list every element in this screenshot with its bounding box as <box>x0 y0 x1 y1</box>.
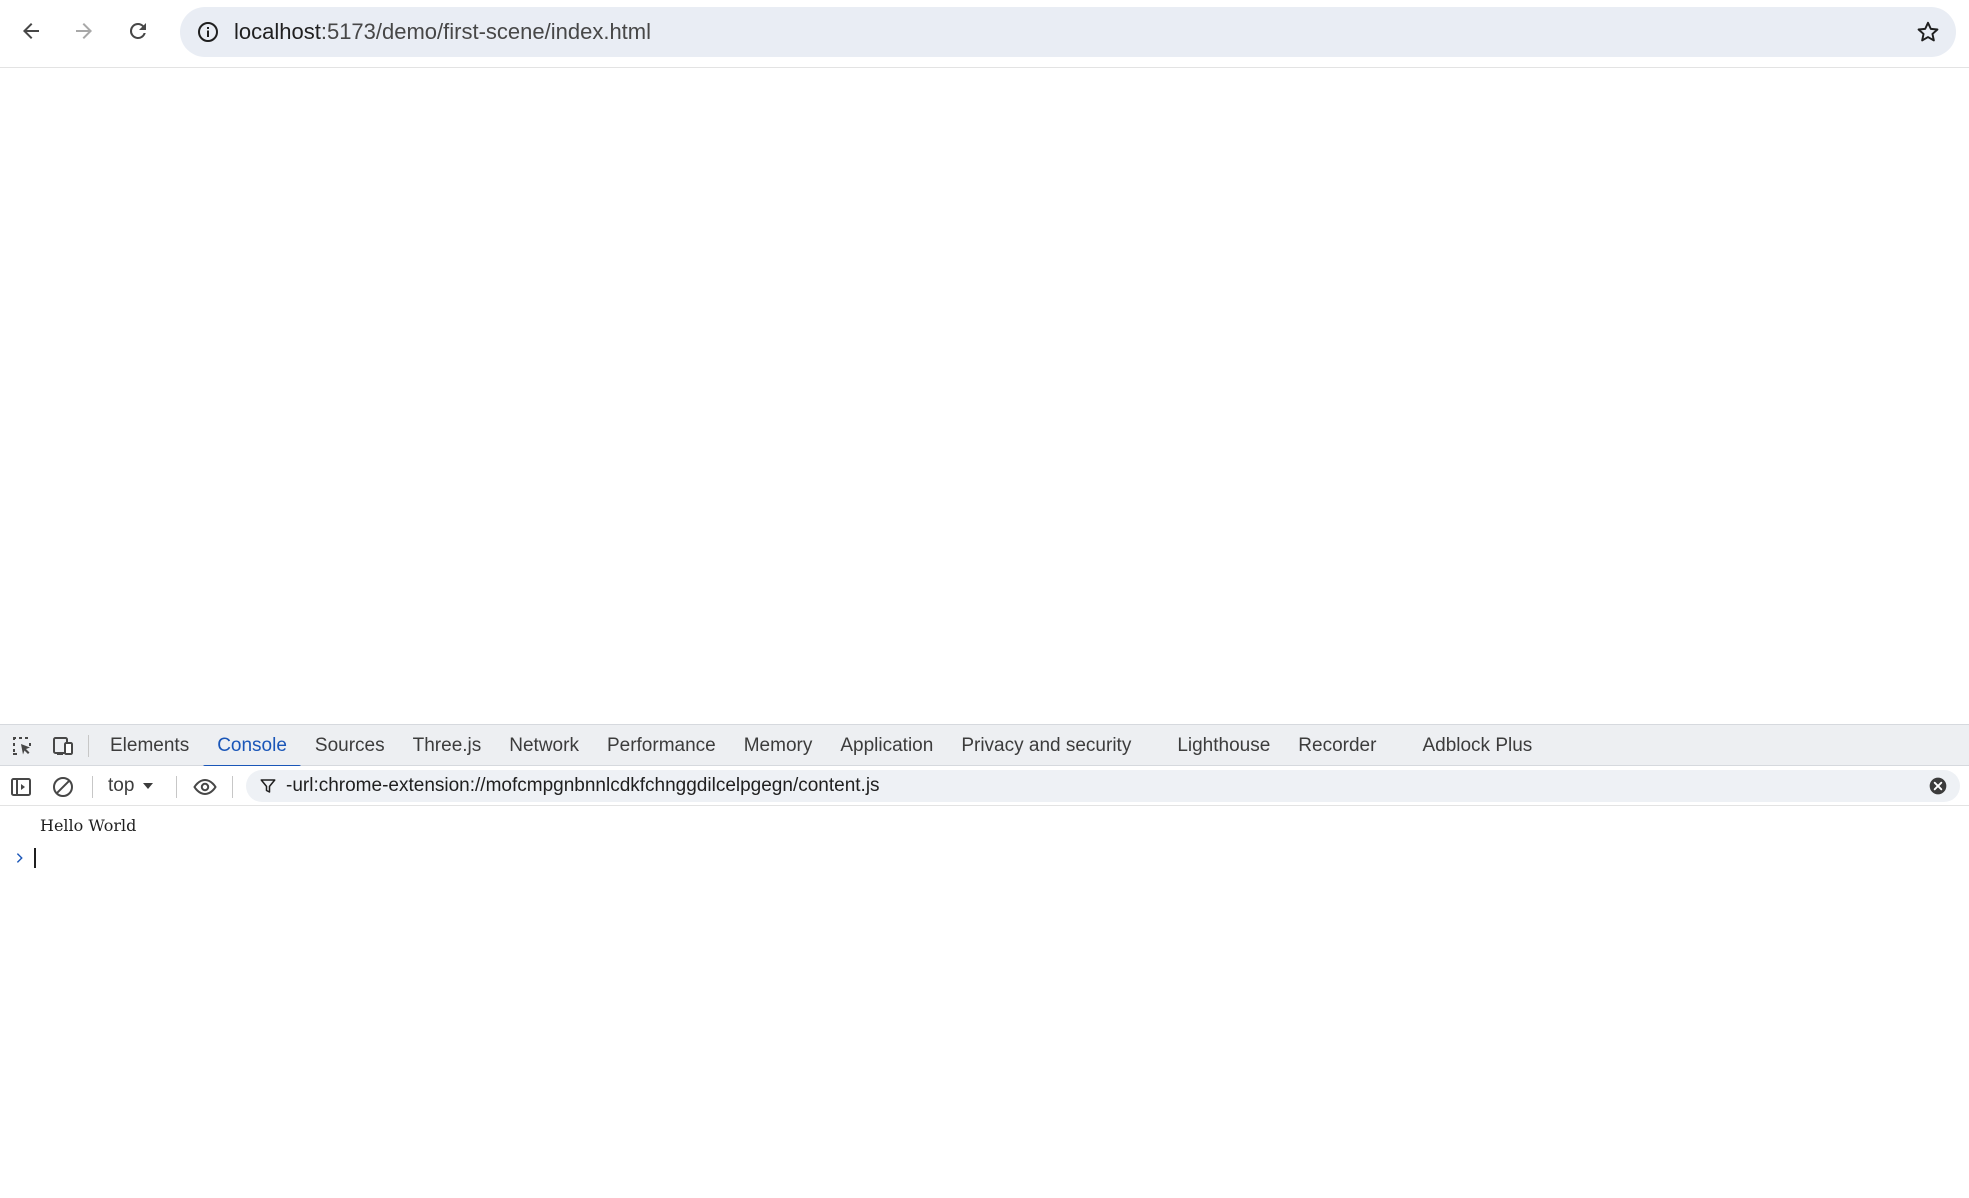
console-input-caret[interactable] <box>34 848 36 868</box>
tab-application[interactable]: Application <box>826 725 947 767</box>
devtools-tabbar: Elements Console Sources Three.js Networ… <box>0 724 1969 768</box>
toolbar-divider <box>88 735 89 757</box>
tab-performance[interactable]: Performance <box>593 725 730 767</box>
url-path: :5173/demo/first-scene/index.html <box>320 19 652 44</box>
console-filter-input[interactable]: -url:chrome-extension://mofcmpgnbnnlcdkf… <box>246 770 1960 802</box>
close-circle-icon <box>1929 777 1947 795</box>
eye-icon <box>193 778 217 796</box>
device-toolbar-button[interactable] <box>50 733 76 759</box>
console-messages: Hello World <box>0 806 1969 1198</box>
dropdown-arrow-icon <box>143 783 154 789</box>
arrow-left-icon <box>23 23 39 39</box>
page-viewport[interactable] <box>0 68 1969 724</box>
url-text[interactable]: localhost:5173/demo/first-scene/index.ht… <box>234 7 651 57</box>
back-button[interactable] <box>12 12 50 50</box>
tab-adblock-plus[interactable]: Adblock Plus <box>1408 725 1546 767</box>
clear-circle-icon <box>53 777 73 797</box>
filter-icon <box>258 776 278 796</box>
toolbar-divider <box>176 776 177 798</box>
toolbar-divider <box>92 776 93 798</box>
browser-toolbar: localhost:5173/demo/first-scene/index.ht… <box>0 0 1969 68</box>
tab-network[interactable]: Network <box>495 725 593 767</box>
console-message: Hello World <box>40 816 137 835</box>
site-info-button[interactable] <box>190 14 226 50</box>
toolbar-divider <box>232 776 233 798</box>
devtools-panel: Elements Console Sources Three.js Networ… <box>0 724 1969 1198</box>
live-expression-button[interactable] <box>190 774 220 800</box>
tab-lighthouse[interactable]: Lighthouse <box>1163 725 1284 767</box>
show-console-sidebar-button[interactable] <box>8 774 34 800</box>
star-icon <box>1917 21 1939 42</box>
tab-recorder[interactable]: Recorder <box>1284 725 1390 767</box>
javascript-context-selector[interactable]: top <box>108 766 154 806</box>
bookmark-button[interactable] <box>1910 14 1946 50</box>
inspect-element-button[interactable] <box>9 733 35 759</box>
tab-elements[interactable]: Elements <box>96 725 203 767</box>
clear-filter-button[interactable] <box>1928 776 1948 796</box>
console-prompt[interactable] <box>12 844 36 872</box>
reload-button[interactable] <box>119 12 157 50</box>
context-label: top <box>108 775 135 796</box>
address-bar[interactable]: localhost:5173/demo/first-scene/index.ht… <box>180 7 1956 57</box>
tab-sources[interactable]: Sources <box>301 725 399 767</box>
reload-icon <box>129 22 146 39</box>
device-icon <box>53 737 73 755</box>
tab-memory[interactable]: Memory <box>730 725 827 767</box>
clear-console-button[interactable] <box>50 774 76 800</box>
sidebar-toggle-icon <box>11 778 31 796</box>
forward-button[interactable] <box>65 12 103 50</box>
filter-text[interactable]: -url:chrome-extension://mofcmpgnbnnlcdkf… <box>286 770 880 802</box>
chevron-right-icon <box>12 850 28 866</box>
info-icon <box>198 22 218 42</box>
tab-console[interactable]: Console <box>203 725 301 768</box>
console-toolbar: top -url:chrome-extension://mofcmpgnbnnl… <box>0 766 1969 806</box>
tab-threejs[interactable]: Three.js <box>399 725 496 767</box>
devtools-tabs: Elements Console Sources Three.js Networ… <box>96 725 1546 768</box>
tab-privacy-and-security[interactable]: Privacy and security <box>947 725 1145 767</box>
inspect-cursor-icon <box>13 737 31 755</box>
url-host: localhost <box>234 19 321 44</box>
arrow-right-icon <box>76 23 92 39</box>
